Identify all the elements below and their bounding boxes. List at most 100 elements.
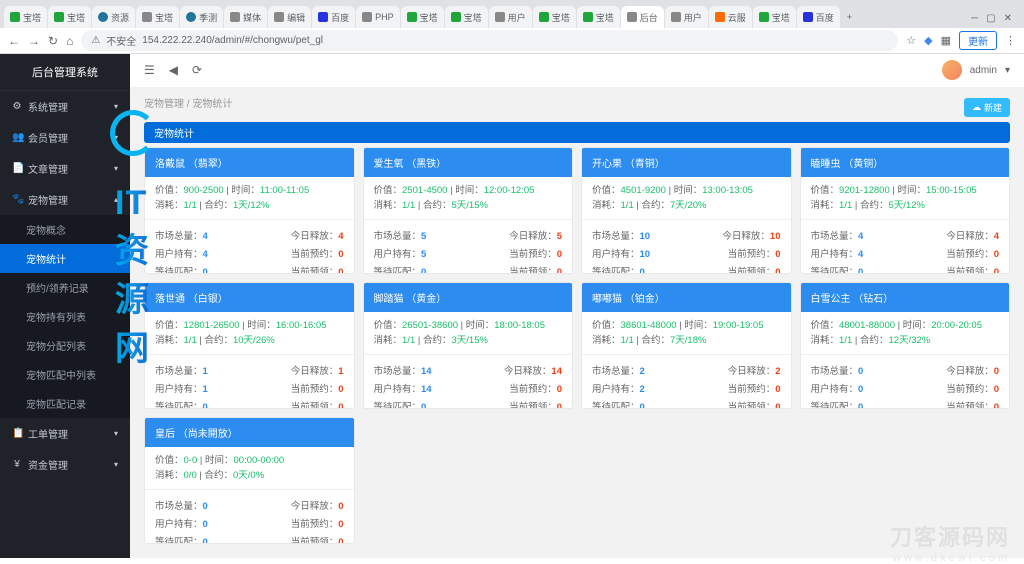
- browser-tab[interactable]: 宝塔: [533, 6, 576, 28]
- sidebar-item[interactable]: 宠物匹配记录: [0, 389, 130, 418]
- extension-icon[interactable]: ◆: [924, 34, 932, 47]
- forward-button[interactable]: →: [28, 34, 40, 48]
- reload-button[interactable]: ↻: [48, 34, 58, 48]
- refresh-icon[interactable]: ⟳: [192, 63, 202, 77]
- star-icon[interactable]: ☆: [906, 34, 916, 47]
- card-header: 爱生氧 （黑铁）: [364, 148, 573, 177]
- avatar[interactable]: [942, 60, 962, 80]
- browser-tab[interactable]: 宝塔: [753, 6, 796, 28]
- tab-favicon: [803, 12, 813, 22]
- tab-favicon: [362, 12, 372, 22]
- new-tab-button[interactable]: +: [841, 6, 858, 28]
- browser-tab[interactable]: PHP: [356, 6, 400, 28]
- browser-tab[interactable]: 宝塔: [4, 6, 47, 28]
- sidebar-item[interactable]: 宠物统计: [0, 244, 130, 273]
- tab-favicon: [98, 12, 108, 22]
- card-info: 价值：0-0 | 时间：00:00-00:00消耗：0/0 | 合约：0天/0%: [145, 447, 354, 489]
- float-action-button[interactable]: ☁ 新建: [964, 98, 1010, 117]
- watermark-url: www.dkewl.com: [893, 552, 1010, 558]
- tab-favicon: [451, 12, 461, 22]
- browser-toolbar: ← → ↻ ⌂ ⚠ 不安全 154.222.22.240/admin/#/cho…: [0, 28, 1024, 54]
- tab-favicon: [671, 12, 681, 22]
- card-info: 价值：9201-12800 | 时间：15:00-15:05消耗：1/1 | 合…: [801, 177, 1010, 219]
- card-stats: 市场总量：5今日释放：5用户持有：5当前预约：0等待匹配：0当前预领：0: [364, 219, 573, 274]
- card-stats: 市场总量：4今日释放：4用户持有：4当前预约：0等待匹配：0当前预领：0: [801, 219, 1010, 274]
- breadcrumb-parent[interactable]: 宠物管理: [144, 99, 184, 110]
- browser-tab[interactable]: 宝塔: [136, 6, 179, 28]
- sidebar-item[interactable]: 宠物匹配中列表: [0, 360, 130, 389]
- tab-favicon: [495, 12, 505, 22]
- sidebar-item[interactable]: 宠物概念: [0, 215, 130, 244]
- browser-tab[interactable]: 宝塔: [577, 6, 620, 28]
- close-icon[interactable]: ✕: [1004, 13, 1012, 24]
- sidebar-icon: 🐾: [12, 194, 22, 205]
- pet-stat-card: 洛戴鼠 （翡翠）价值：900-2500 | 时间：11:00-11:05消耗：1…: [144, 147, 355, 274]
- pet-stat-card: 皇后 （尚未開放）价值：0-0 | 时间：00:00-00:00消耗：0/0 |…: [144, 417, 355, 544]
- browser-tab[interactable]: 用户: [489, 6, 532, 28]
- card-info: 价值：48001-88000 | 时间：20:00-20:05消耗：1/1 | …: [801, 312, 1010, 354]
- menu-icon[interactable]: ⋮: [1005, 34, 1016, 47]
- tab-favicon: [142, 12, 152, 22]
- pet-stat-card: 嘟嘟猫 （铂金）价值：38601-48000 | 时间：19:00-19:05消…: [581, 282, 792, 409]
- card-header: 开心果 （青铜）: [582, 148, 791, 177]
- card-header: 白雪公主 （钻石）: [801, 283, 1010, 312]
- breadcrumb: 宠物管理 / 宠物统计: [130, 87, 1024, 118]
- tab-favicon: [274, 12, 284, 22]
- browser-tab[interactable]: 百度: [797, 6, 840, 28]
- insecure-label: 不安全: [106, 33, 136, 48]
- username[interactable]: admin: [970, 65, 997, 76]
- tab-favicon: [318, 12, 328, 22]
- tab-favicon: [627, 12, 637, 22]
- sidebar-group[interactable]: ⚙系统管理▾: [0, 91, 130, 122]
- address-bar[interactable]: ⚠ 不安全 154.222.22.240/admin/#/chongwu/pet…: [81, 30, 898, 51]
- tab-favicon: [186, 12, 196, 22]
- update-button[interactable]: 更新: [959, 31, 997, 50]
- tab-favicon: [583, 12, 593, 22]
- maximize-icon[interactable]: ▢: [986, 13, 995, 24]
- sidebar-item[interactable]: 宠物持有列表: [0, 302, 130, 331]
- browser-tab[interactable]: 资源: [92, 6, 135, 28]
- sidebar-item[interactable]: 宠物分配列表: [0, 331, 130, 360]
- card-stats: 市场总量：1今日释放：1用户持有：1当前预约：0等待匹配：0当前预领：0: [145, 354, 354, 409]
- chevron-icon: ▴: [114, 195, 118, 204]
- sidebar-group[interactable]: ¥资金管理▾: [0, 449, 130, 480]
- back-button[interactable]: ←: [8, 34, 20, 48]
- browser-tab[interactable]: 媒体: [224, 6, 267, 28]
- browser-tab[interactable]: 用户: [665, 6, 708, 28]
- collapse-icon[interactable]: ◀: [169, 63, 178, 77]
- sidebar-group[interactable]: 📋工单管理▾: [0, 418, 130, 449]
- sidebar-icon: ¥: [12, 459, 22, 470]
- browser-tab[interactable]: 宝塔: [48, 6, 91, 28]
- home-button[interactable]: ⌂: [66, 34, 73, 48]
- menu-toggle-icon[interactable]: ☰: [144, 63, 155, 77]
- card-header: 嘟嘟猫 （铂金）: [582, 283, 791, 312]
- pet-stat-card: 落世通 （白银）价值：12801-26500 | 时间：16:00-16:05消…: [144, 282, 355, 409]
- browser-tab[interactable]: 百度: [312, 6, 355, 28]
- sidebar-icon: 👥: [12, 132, 22, 143]
- sidebar-group[interactable]: 📄文章管理▾: [0, 153, 130, 184]
- tab-favicon: [715, 12, 725, 22]
- user-dropdown-icon[interactable]: ▾: [1005, 65, 1010, 76]
- browser-tab[interactable]: 宝塔: [401, 6, 444, 28]
- pet-stat-card: 脚踏猫 （黄金）价值：26501-38600 | 时间：18:00-18:05消…: [363, 282, 574, 409]
- browser-tab[interactable]: 后台: [621, 6, 664, 28]
- chevron-icon: ▾: [114, 429, 118, 438]
- card-stats: 市场总量：10今日释放：10用户持有：10当前预约：0等待匹配：0当前预领：0: [582, 219, 791, 274]
- sidebar-item[interactable]: 预约/领养记录: [0, 273, 130, 302]
- browser-tab[interactable]: 季测: [180, 6, 223, 28]
- card-stats: 市场总量：2今日释放：2用户持有：2当前预约：0等待匹配：0当前预领：0: [582, 354, 791, 409]
- pet-stat-card: 瞌睡虫 （黄铜）价值：9201-12800 | 时间：15:00-15:05消耗…: [800, 147, 1011, 274]
- extension-icon-2[interactable]: ▦: [941, 34, 951, 47]
- card-info: 价值：900-2500 | 时间：11:00-11:05消耗：1/1 | 合约：…: [145, 177, 354, 219]
- plus-icon: ☁: [972, 102, 981, 113]
- main-content: ☰ ◀ ⟳ admin ▾ ☁ 新建 宠物管理 / 宠物统计 宠物统计 洛戴鼠 …: [130, 54, 1024, 558]
- sidebar-icon: ⚙: [12, 101, 22, 112]
- sidebar-group[interactable]: 🐾宠物管理▴: [0, 184, 130, 215]
- insecure-icon: ⚠: [91, 35, 100, 46]
- minimize-icon[interactable]: ─: [971, 13, 978, 24]
- chevron-icon: ▾: [114, 164, 118, 173]
- browser-tab[interactable]: 编辑: [268, 6, 311, 28]
- card-header: 落世通 （白银）: [145, 283, 354, 312]
- browser-tab[interactable]: 宝塔: [445, 6, 488, 28]
- browser-tab[interactable]: 云服: [709, 6, 752, 28]
